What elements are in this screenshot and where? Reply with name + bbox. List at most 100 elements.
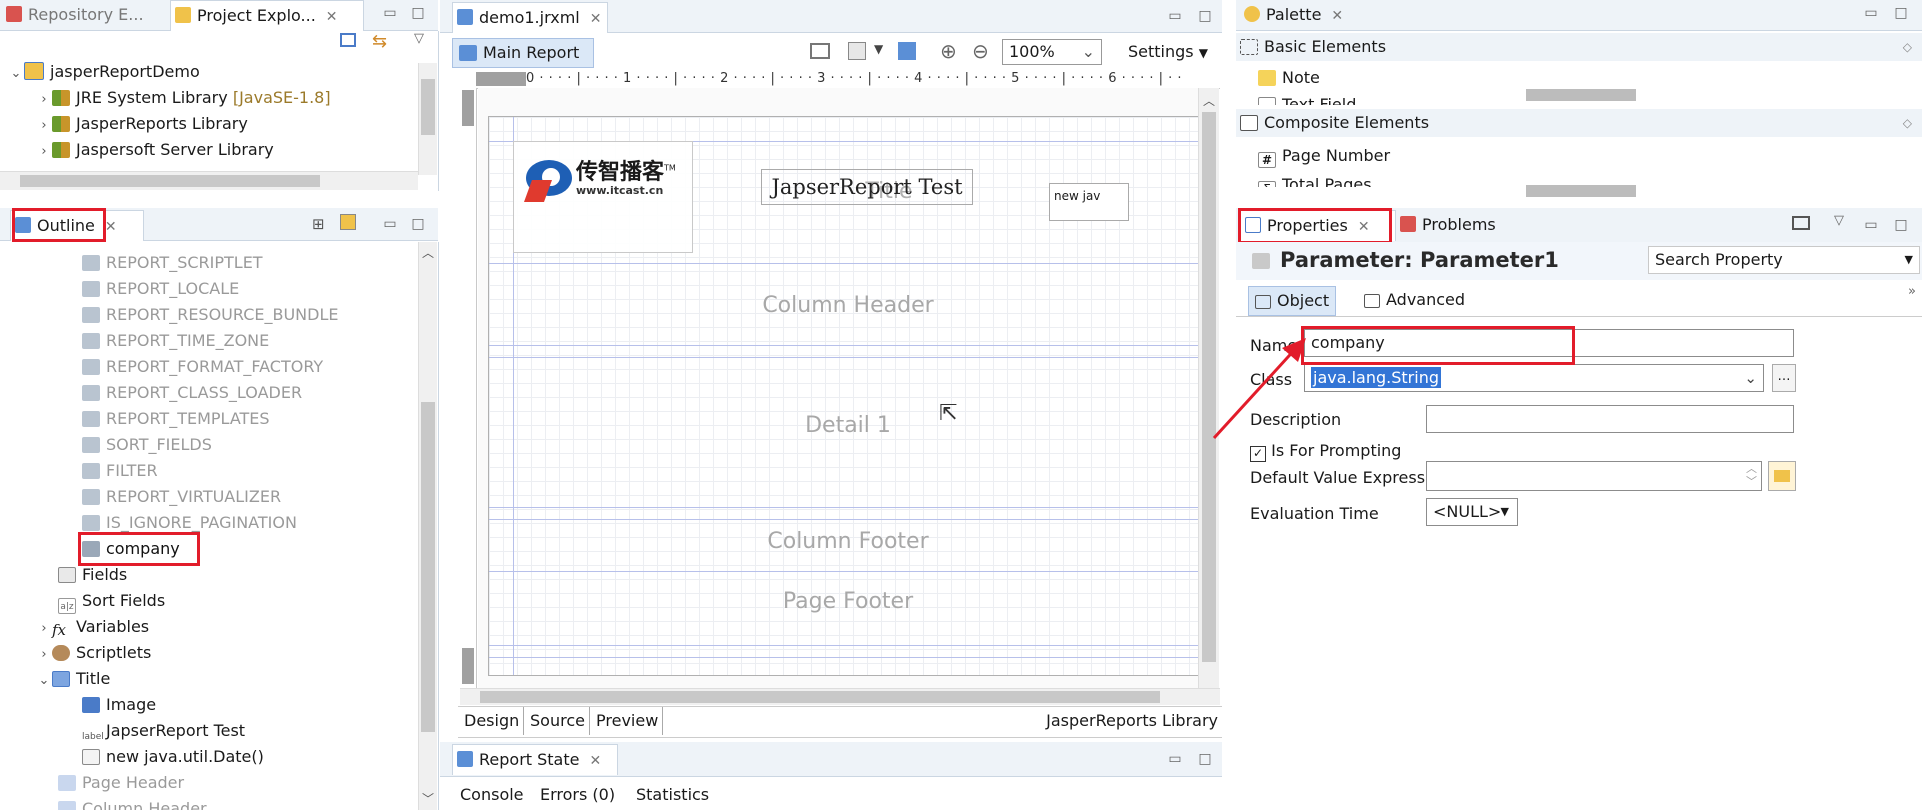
evaluation-time-select[interactable]: <NULL> ▼ — [1426, 498, 1518, 526]
dropdown-arrow-icon[interactable]: ▼ — [874, 42, 883, 56]
chevron-right-icon[interactable]: › — [36, 139, 52, 165]
tab-properties[interactable]: Properties ✕ — [1240, 210, 1396, 241]
chevron-down-icon[interactable]: ⌄ — [8, 61, 24, 87]
tab-report-state[interactable]: Report State ✕ — [452, 744, 618, 775]
scroll-thumb[interactable] — [421, 79, 435, 135]
maximize-icon[interactable]: □ — [411, 217, 425, 231]
logo-image[interactable]: 传智播客TM www.itcast.cn — [513, 141, 693, 253]
tab-outline[interactable]: Outline ✕ — [10, 210, 144, 241]
name-field[interactable]: company — [1304, 329, 1794, 357]
default-value-field[interactable]: ︿ ﹀ — [1426, 461, 1762, 491]
maximize-icon[interactable]: □ — [1894, 6, 1908, 20]
tab-demo1-jrxml[interactable]: demo1.jrxml ✕ — [452, 2, 608, 33]
palette-item-page-number[interactable]: # Page Number — [1258, 143, 1390, 169]
outline-page-header[interactable]: Page Header — [58, 770, 184, 796]
chevron-down-icon[interactable]: ⌄ — [36, 668, 52, 694]
outline-title-label[interactable]: label JapserReport Test — [82, 718, 245, 744]
view-menu-icon[interactable]: ▽ — [1834, 213, 1844, 228]
project-hscrollbar[interactable] — [0, 171, 418, 190]
close-icon[interactable]: ✕ — [589, 753, 601, 769]
project-scrollbar[interactable] — [418, 63, 437, 175]
palette-scroll-handle[interactable] — [1526, 89, 1636, 101]
outline-param-item[interactable]: SORT_FIELDS — [82, 432, 212, 458]
errors-tab[interactable]: Errors (0) — [540, 785, 615, 804]
page-view-icon[interactable] — [340, 214, 356, 230]
chevron-right-icon[interactable]: › — [36, 616, 52, 642]
close-icon[interactable]: ✕ — [1331, 8, 1343, 24]
chevron-right-icon[interactable]: › — [36, 87, 52, 113]
title-static-text[interactable]: JapserReport Test — [761, 169, 973, 205]
outline-variables[interactable]: › fx Variables — [36, 614, 149, 640]
statistics-tab[interactable]: Statistics — [636, 785, 709, 804]
class-browse-button[interactable]: … — [1772, 364, 1796, 392]
minimize-icon[interactable]: ▭ — [383, 217, 397, 231]
minimize-icon[interactable]: ▭ — [1864, 218, 1878, 232]
maximize-icon[interactable]: □ — [1198, 752, 1212, 766]
minimize-icon[interactable]: ▭ — [1864, 6, 1878, 20]
chevron-down-icon[interactable]: ﹀ — [422, 790, 434, 807]
maximize-icon[interactable]: □ — [1198, 9, 1212, 23]
main-report-button[interactable]: Main Report — [452, 38, 594, 68]
tree-item-project[interactable]: ⌄ jasperReportDemo — [8, 59, 200, 85]
chevron-up-icon[interactable]: ︿ — [422, 244, 434, 261]
console-tab[interactable]: Console — [460, 785, 524, 804]
collapse-all-icon[interactable] — [340, 33, 356, 47]
collapse-icon[interactable]: ◇ — [1903, 109, 1912, 137]
outline-title[interactable]: ⌄ Title — [36, 666, 111, 694]
subtab-advanced[interactable]: Advanced — [1358, 286, 1471, 314]
chevron-right-icon[interactable]: › — [36, 113, 52, 139]
outline-column-header[interactable]: Column Header — [58, 796, 207, 810]
palette-group-composite[interactable]: Composite Elements ◇ — [1236, 109, 1922, 137]
tab-design[interactable]: Design — [460, 707, 525, 735]
tab-repository-explorer[interactable]: Repository E... — [2, 0, 144, 30]
close-icon[interactable]: ✕ — [326, 9, 338, 25]
palette-item-total-pages[interactable]: ΣTotal Pages — [1258, 169, 1372, 187]
palette-scroll-handle[interactable] — [1526, 185, 1636, 197]
outline-param-item[interactable]: REPORT_CLASS_LOADER — [82, 380, 302, 406]
tab-preview[interactable]: Preview — [592, 707, 664, 735]
subtab-object[interactable]: Object — [1248, 286, 1337, 316]
outline-param-item[interactable]: FILTER — [82, 458, 158, 484]
canvas-hscrollbar[interactable] — [460, 688, 1220, 705]
outline-param-item[interactable]: REPORT_SCRIPTLET — [82, 250, 263, 276]
minimize-icon[interactable]: ▭ — [1168, 752, 1182, 766]
outline-scrollbar[interactable]: ︿ ﹀ — [418, 242, 437, 810]
class-select[interactable]: java.lang.String ⌄ — [1304, 364, 1764, 392]
settings-menu[interactable]: Settings ▼ — [1128, 39, 1208, 65]
close-icon[interactable]: ✕ — [590, 11, 602, 27]
design-canvas[interactable]: 传智播客TM www.itcast.cn Title JapserReport … — [478, 88, 1198, 688]
chevron-up-icon[interactable]: ︿ — [1203, 92, 1215, 109]
scroll-thumb[interactable] — [421, 402, 435, 732]
report-page[interactable]: 传智播客TM www.itcast.cn Title JapserReport … — [488, 116, 1198, 676]
outline-title-image[interactable]: Image — [82, 692, 156, 718]
layout-icon[interactable] — [810, 43, 830, 59]
outline-param-item[interactable]: REPORT_TEMPLATES — [82, 406, 270, 432]
outline-item-company[interactable]: company — [82, 536, 180, 562]
tab-palette[interactable]: Palette ✕ — [1240, 0, 1343, 30]
palette-item-note[interactable]: Note — [1258, 65, 1320, 91]
scroll-thumb[interactable] — [20, 175, 320, 187]
minimize-icon[interactable]: ▭ — [1168, 9, 1182, 23]
tab-source[interactable]: Source — [526, 707, 590, 735]
outline-param-item[interactable]: REPORT_FORMAT_FACTORY — [82, 354, 323, 380]
outline-sort-fields[interactable]: a|z Sort Fields — [58, 588, 165, 614]
collapse-icon[interactable]: ◇ — [1903, 33, 1912, 61]
outline-title-textfield[interactable]: new java.util.Date() — [82, 744, 264, 770]
scroll-thumb[interactable] — [480, 691, 1160, 703]
close-icon[interactable]: ✕ — [1358, 219, 1370, 235]
zoom-out-icon[interactable]: ⊖ — [972, 39, 989, 63]
compile-icon[interactable] — [898, 42, 916, 60]
data-icon[interactable] — [848, 42, 866, 60]
outline-param-item[interactable]: REPORT_TIME_ZONE — [82, 328, 269, 354]
expression-editor-button[interactable] — [1768, 461, 1796, 491]
outline-param-item[interactable]: REPORT_LOCALE — [82, 276, 239, 302]
date-text-field[interactable]: new jav — [1049, 183, 1129, 221]
tab-problems[interactable]: Problems — [1396, 210, 1496, 240]
tab-project-explorer[interactable]: Project Explo... ✕ — [170, 0, 364, 31]
tree-item-jasper-lib[interactable]: › JasperReports Library — [36, 111, 247, 139]
view-menu-icon[interactable]: ▽ — [414, 31, 424, 46]
outline-param-item[interactable]: IS_IGNORE_PAGINATION — [82, 510, 297, 536]
link-editor-icon[interactable]: ⇆ — [372, 31, 387, 52]
zoom-in-icon[interactable]: ⊕ — [940, 39, 957, 63]
maximize-icon[interactable]: □ — [411, 6, 425, 20]
